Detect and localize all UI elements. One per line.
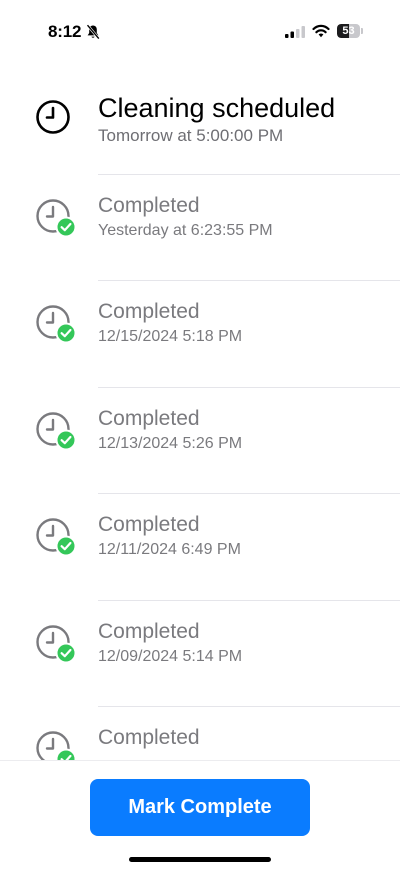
bell-off-icon — [86, 24, 100, 40]
clock-check-icon — [36, 305, 76, 344]
check-badge-icon — [55, 535, 76, 557]
mark-complete-button[interactable]: Mark Complete — [90, 779, 310, 836]
clock-icon — [36, 100, 70, 134]
row-title: Completed — [98, 406, 200, 430]
clock-check-icon — [36, 624, 76, 663]
completed-cleaning-row[interactable]: Completed Yesterday at 6:23:55 PM — [0, 175, 400, 281]
completed-cleaning-row[interactable]: Completed — [0, 707, 400, 760]
bottom-action-bar: Mark Complete — [0, 760, 400, 871]
check-badge-icon — [55, 642, 76, 663]
wifi-icon — [312, 24, 330, 38]
row-timestamp: 12/13/2024 5:26 PM — [98, 434, 243, 452]
clock-check-icon — [36, 198, 76, 237]
row-timestamp: Tomorrow at 5:00:00 PM — [98, 126, 284, 145]
cellular-signal-icon — [285, 26, 305, 38]
clock-check-icon — [36, 411, 76, 450]
row-title: Completed — [98, 193, 200, 217]
status-bar: 8:12 53 — [0, 0, 400, 60]
battery-level: 53 — [342, 25, 355, 37]
clock-check-icon — [36, 518, 76, 557]
row-title: Completed — [98, 300, 200, 323]
completed-cleaning-row[interactable]: Completed 12/09/2024 5:14 PM — [0, 601, 400, 707]
row-timestamp: 12/09/2024 5:14 PM — [98, 647, 243, 665]
clock-check-icon — [36, 731, 76, 760]
status-time: 8:12 — [48, 22, 82, 41]
check-badge-icon — [55, 748, 76, 760]
cleaning-history-list[interactable]: Cleaning scheduled Tomorrow at 5:00:00 PM… — [0, 68, 400, 760]
row-timestamp: 12/15/2024 5:18 PM — [98, 328, 243, 345]
check-badge-icon — [55, 216, 76, 237]
row-title: Completed — [98, 619, 200, 643]
row-title: Completed — [98, 513, 200, 536]
battery-indicator: 53 — [337, 24, 363, 38]
home-indicator[interactable] — [129, 857, 271, 862]
check-badge-icon — [55, 322, 76, 344]
row-timestamp: Yesterday at 6:23:55 PM — [98, 221, 273, 239]
completed-cleaning-row[interactable]: Completed 12/15/2024 5:18 PM — [0, 281, 400, 388]
check-badge-icon — [55, 429, 76, 450]
scheduled-cleaning-row[interactable]: Cleaning scheduled Tomorrow at 5:00:00 PM — [0, 68, 400, 175]
row-title: Completed — [98, 726, 200, 749]
row-title: Cleaning scheduled — [98, 93, 336, 123]
completed-cleaning-row[interactable]: Completed 12/11/2024 6:49 PM — [0, 494, 400, 601]
completed-cleaning-row[interactable]: Completed 12/13/2024 5:26 PM — [0, 388, 400, 494]
row-timestamp: 12/11/2024 6:49 PM — [98, 541, 241, 558]
